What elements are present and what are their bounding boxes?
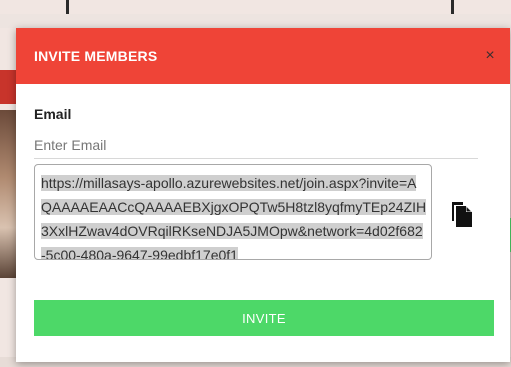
invite-link-text: https://millasays-apollo.azurewebsites.n… xyxy=(41,175,427,259)
background-band xyxy=(0,14,511,28)
invite-button[interactable]: INVITE xyxy=(34,300,494,336)
background-divider-right xyxy=(451,0,454,14)
invite-link-box[interactable]: https://millasays-apollo.azurewebsites.n… xyxy=(34,164,432,260)
page: INVITE MEMBERS × Email https://millasays… xyxy=(0,0,511,367)
modal-title: INVITE MEMBERS xyxy=(34,48,158,64)
close-button[interactable]: × xyxy=(480,46,500,66)
background-divider-left xyxy=(66,0,69,14)
email-label: Email xyxy=(34,106,72,122)
modal-header: INVITE MEMBERS × xyxy=(16,28,510,84)
invite-members-modal: INVITE MEMBERS × Email https://millasays… xyxy=(16,28,510,362)
background-photo xyxy=(0,110,16,278)
copy-icon[interactable] xyxy=(450,200,474,228)
background-red-block xyxy=(0,70,16,104)
email-input[interactable] xyxy=(34,132,478,159)
